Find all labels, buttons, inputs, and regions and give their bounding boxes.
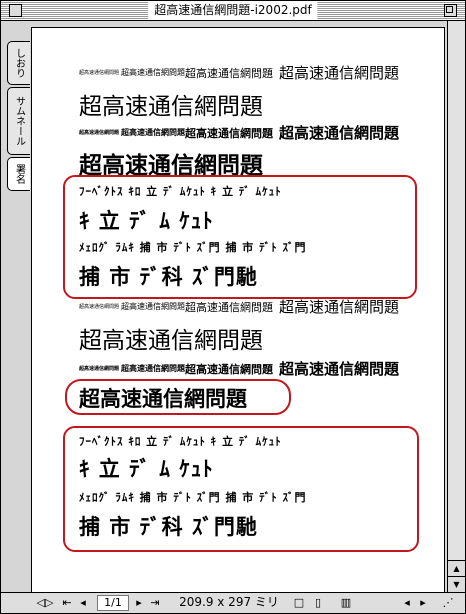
pdf-window: 超高速通信網問題-i2002.pdf しおり サムネール 署名 超高速通信網問題… <box>0 0 466 614</box>
next-page-icon[interactable]: ▸ <box>133 595 145 610</box>
sample-text-bold: 超高速通信網問題 <box>279 360 400 378</box>
sample-text-bold: 超高速通信網問題 <box>185 127 273 140</box>
sample-text-bold: 超高速通信網問題 <box>79 130 120 136</box>
continuous-page-icon[interactable]: ▯ <box>311 595 325 610</box>
sample-text-bold: 超高速通信網問題 <box>185 363 273 376</box>
sample-text-bold: 超高速通信網問題 <box>121 128 185 137</box>
resize-grip-icon[interactable]: ⋰ <box>441 595 455 610</box>
page-size-display: 209.9 x 297 ミリ <box>179 595 279 609</box>
sample-text-bold: 超高速通信網問題 <box>79 366 120 372</box>
sample-text: 超高速通信網問題 <box>279 298 400 316</box>
sample-text-bold: 超高速通信網問題 <box>121 364 185 373</box>
sample-text: 超高速通信網問題 <box>121 302 185 311</box>
tab-thumbnails[interactable]: サムネール <box>7 87 30 155</box>
single-page-icon[interactable]: □ <box>293 595 305 610</box>
sample-text: 超高速通信網問題 <box>279 64 400 82</box>
tab-bookmarks[interactable]: しおり <box>7 41 30 85</box>
title-bar[interactable]: 超高速通信網問題-i2002.pdf <box>1 1 465 21</box>
sample-text-bold: 超高速通信網問題 <box>279 124 400 142</box>
tab-bookmarks-label: しおり <box>13 48 25 78</box>
scroll-right-arrow-icon[interactable]: ▸ <box>417 595 429 610</box>
highlight-oval <box>65 379 291 415</box>
zoom-box[interactable] <box>444 4 457 17</box>
sample-text: 超高速通信網問題 <box>79 304 120 310</box>
tab-signatures-label: 署名 <box>13 164 25 184</box>
tab-thumbnails-label: サムネール <box>13 96 25 146</box>
previous-page-icon[interactable]: ◂ <box>77 595 89 610</box>
sample-text: 超高速通信網問題 <box>79 328 263 354</box>
highlight-oval <box>63 426 419 552</box>
close-box[interactable] <box>9 4 22 17</box>
highlight-oval <box>63 175 417 299</box>
page-number-field[interactable]: 1/1 <box>97 595 129 611</box>
sample-text: 超高速通信網問題 <box>121 68 185 77</box>
sample-text: 超高速通信網問題 <box>185 301 273 314</box>
sample-text: 超高速通信網問題 <box>79 70 120 76</box>
sample-text: 超高速通信網問題 <box>79 94 263 120</box>
sample-text: 超高速通信網問題 <box>185 67 273 80</box>
page-layout-icon[interactable]: ◁▷ <box>35 595 55 610</box>
facing-pages-icon[interactable]: ▥ <box>339 595 353 610</box>
navigation-tabs: しおり サムネール 署名 <box>7 41 31 193</box>
scroll-left-arrow-icon[interactable]: ◂ <box>401 595 413 610</box>
first-page-icon[interactable]: ⇤ <box>61 595 73 610</box>
tab-signatures[interactable]: 署名 <box>7 157 30 191</box>
scroll-up-arrow-icon[interactable]: ▲ <box>448 560 465 577</box>
window-title: 超高速通信網問題-i2002.pdf <box>148 1 318 20</box>
scroll-down-arrow-icon[interactable]: ▼ <box>448 576 465 593</box>
vertical-scrollbar[interactable]: ▲ ▼ <box>447 21 465 593</box>
status-bar: ◁▷ ⇤ ◂ 1/1 ▸ ⇥ 209.9 x 297 ミリ □ ▯ ▥ ◂ ▸ … <box>1 592 465 613</box>
last-page-icon[interactable]: ⇥ <box>149 595 161 610</box>
